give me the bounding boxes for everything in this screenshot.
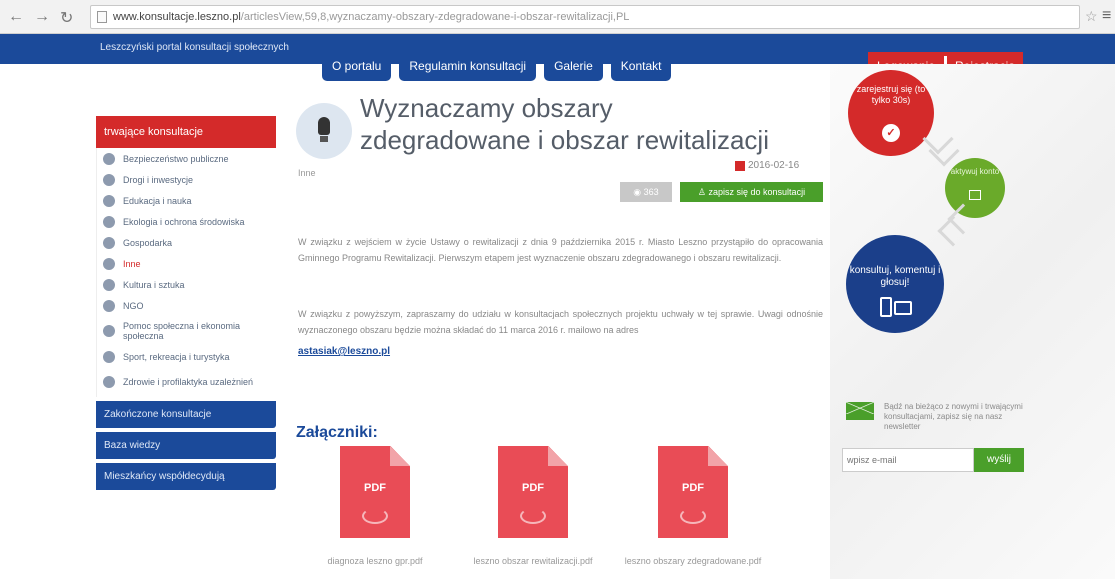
sidebar-item-label: Bezpieczeństwo publiczne	[123, 153, 229, 164]
newsletter-email-input[interactable]	[842, 448, 974, 472]
article-date: 2016-02-16	[735, 160, 799, 171]
category-list: Bezpieczeństwo publiczne Drogi i inwesty…	[96, 148, 276, 397]
phone-icon	[880, 297, 892, 317]
url-domain: www.konsultacje.leszno.pl	[113, 11, 241, 23]
sidebar-item-education[interactable]: Edukacja i nauka	[97, 190, 276, 211]
article-category: Inne	[298, 168, 316, 178]
sidebar-item-roads[interactable]: Drogi i inwestycje	[97, 169, 276, 190]
page-icon	[97, 11, 107, 23]
finished-consultations-button[interactable]: Zakończone konsultacje	[96, 401, 276, 428]
article-title: Wyznaczamy obszary zdegradowane i obszar…	[360, 93, 769, 155]
knowledge-base-button[interactable]: Baza wiedzy	[96, 432, 276, 459]
sidebar-item-label: Drogi i inwestycje	[123, 174, 194, 185]
newsletter-submit-button[interactable]: wyślij	[974, 448, 1024, 472]
nav-about[interactable]: O portalu	[322, 53, 392, 81]
heart-icon	[103, 376, 115, 388]
newsletter-text: Bądź na bieżąco z nowymi i trwającymi ko…	[884, 402, 1023, 431]
article-paragraph: W związku z powyższym, zapraszamy do udz…	[298, 309, 823, 335]
reload-icon[interactable]: ↻	[60, 8, 73, 28]
eye-icon: ◉	[633, 187, 642, 197]
building-icon	[103, 299, 115, 312]
subscribe-label: zapisz się do konsultacji	[708, 187, 806, 197]
forward-arrow-icon[interactable]: →	[34, 8, 50, 26]
attachment-name[interactable]: leszno obszar rewitalizacji.pdf	[448, 556, 618, 566]
views-badge: ◉ 363	[620, 182, 672, 202]
browser-toolbar: ← → ↻ www.konsultacje.leszno.pl/articles…	[0, 0, 1115, 34]
views-count: 363	[643, 187, 659, 197]
sidebar-item-label: Edukacja i nauka	[123, 195, 192, 206]
nav-galleries[interactable]: Galerie	[544, 53, 603, 81]
date-text: 2016-02-16	[748, 160, 800, 171]
calendar-icon	[735, 160, 745, 171]
article-paragraph: W związku z wejściem w życie Ustawy o re…	[298, 237, 823, 263]
pdf-type-label: PDF	[364, 482, 386, 494]
sidebar-item-ecology[interactable]: Ekologia i ochrona środowiska	[97, 211, 276, 232]
browser-menu-icon[interactable]: ≡	[1102, 7, 1111, 25]
register-circle[interactable]: zarejestruj się (to tylko 30s) ✓	[848, 70, 934, 156]
back-arrow-icon[interactable]: ←	[8, 8, 24, 26]
leaf-icon	[103, 215, 115, 228]
sidebar-item-economy[interactable]: Gospodarka	[97, 232, 276, 253]
sidebar-item-label: Inne	[123, 258, 141, 269]
lightbulb-icon	[296, 103, 352, 159]
sidebar-item-culture[interactable]: Kultura i sztuka	[97, 274, 276, 295]
theater-masks-icon	[103, 278, 115, 291]
pdf-type-label: PDF	[682, 482, 704, 494]
portal-title[interactable]: Leszczyński portal konsultacji społeczny…	[100, 42, 289, 53]
briefcase-icon	[103, 236, 115, 249]
attachments-title: Załączniki:	[296, 424, 378, 441]
pdf-attachment-2[interactable]: PDF	[498, 446, 568, 538]
sidebar-item-label: NGO	[123, 300, 144, 311]
sidebar-item-social-help[interactable]: Pomoc społeczna i ekonomia społeczna	[97, 316, 276, 346]
shield-icon	[103, 152, 115, 165]
sidebar-item-label: Ekologia i ochrona środowiska	[123, 216, 245, 227]
residents-codecide-button[interactable]: Mieszkańcy współdecydują	[96, 463, 276, 490]
envelope-icon	[969, 190, 981, 200]
sidebar: trwające konsultacje Bezpieczeństwo publ…	[96, 116, 276, 490]
ball-icon	[103, 350, 115, 363]
activate-account-circle[interactable]: aktywuj konto	[945, 158, 1005, 218]
activate-circle-text: aktywuj konto	[950, 167, 1000, 176]
road-icon	[103, 173, 115, 186]
consult-circle[interactable]: konsultuj, komentuj i głosuj!	[846, 235, 944, 333]
main-nav: O portalu Regulamin konsultacji Galerie …	[322, 53, 672, 81]
checkmark-icon: ✓	[882, 124, 900, 142]
sidebar-item-other[interactable]: Inne	[97, 253, 276, 274]
sidebar-item-health[interactable]: Zdrowie i profilaktyka uzależnień	[97, 367, 276, 397]
pdf-attachment-1[interactable]: PDF	[340, 446, 410, 538]
sidebar-item-label: Pomoc społeczna i ekonomia społeczna	[123, 321, 241, 341]
sidebar-item-label: Sport, rekreacja i turystyka	[123, 351, 230, 362]
subscribe-consultation-button[interactable]: ♙ zapisz się do konsultacji	[680, 182, 823, 202]
consult-circle-text: konsultuj, komentuj i głosuj!	[849, 265, 941, 288]
graduation-cap-icon	[103, 194, 115, 207]
nav-contact[interactable]: Kontakt	[610, 53, 672, 81]
sidebar-item-ngo[interactable]: NGO	[97, 295, 276, 316]
address-bar[interactable]: www.konsultacje.leszno.pl/articlesView,5…	[90, 5, 1080, 29]
person-icon: ♙	[697, 187, 706, 197]
url-path: /articlesView,59,8,wyznaczamy-obszary-zd…	[240, 11, 630, 23]
lightbulb-icon	[103, 257, 115, 270]
pdf-attachment-3[interactable]: PDF	[658, 446, 728, 538]
sidebar-item-sport[interactable]: Sport, rekreacja i turystyka	[97, 346, 276, 367]
bookmark-star-icon[interactable]: ☆	[1085, 8, 1098, 25]
tablet-icon	[894, 301, 912, 315]
nav-rules[interactable]: Regulamin konsultacji	[399, 53, 537, 81]
sidebar-item-label: Zdrowie i profilaktyka uzależnień	[123, 377, 254, 387]
people-icon	[103, 325, 115, 337]
attachment-name[interactable]: diagnoza leszno gpr.pdf	[290, 556, 460, 566]
pdf-type-label: PDF	[522, 482, 544, 494]
register-circle-text: zarejestruj się (to tylko 30s)	[856, 84, 926, 105]
envelope-icon	[846, 402, 874, 420]
sidebar-item-label: Gospodarka	[123, 237, 173, 248]
sidebar-item-security[interactable]: Bezpieczeństwo publiczne	[97, 148, 276, 169]
sidebar-item-label: Kultura i sztuka	[123, 279, 185, 290]
attachment-name[interactable]: leszno obszary zdegradowane.pdf	[608, 556, 778, 566]
email-link[interactable]: astasiak@leszno.pl	[298, 346, 390, 357]
sidebar-header[interactable]: trwające konsultacje	[96, 116, 276, 148]
